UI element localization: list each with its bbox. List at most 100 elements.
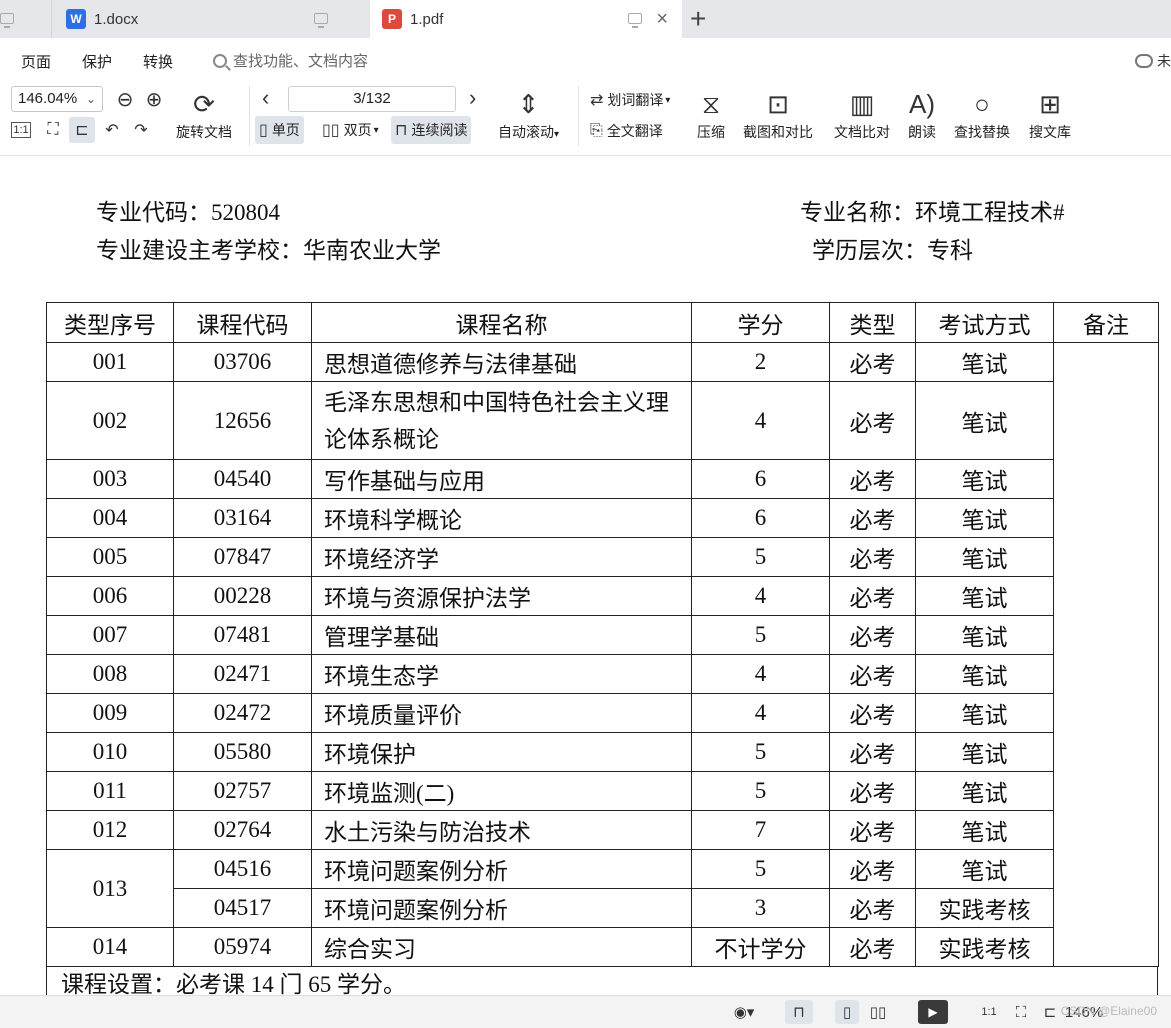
find-replace-label: 查找替换	[954, 124, 1010, 140]
fit-width-icon[interactable]: ⊏	[1038, 1000, 1062, 1024]
word-translate-button[interactable]: ⇄ 划词翻译 ▾	[590, 90, 670, 110]
exam-cell: 笔试	[915, 576, 1054, 616]
add-tab-icon[interactable]: +	[690, 2, 706, 36]
zoom-in-icon[interactable]: ⊕	[141, 86, 167, 112]
table-header-row: 类型序号 课程代码 课程名称 学分 类型 考试方式 备注	[46, 302, 1159, 343]
credit-cell: 6	[691, 498, 830, 538]
single-page-icon: ▯	[259, 122, 268, 139]
play-icon[interactable]: ▶	[918, 1000, 948, 1024]
table-row: 04517 环境问题案例分析 3 必考 实践考核	[47, 888, 1159, 928]
page-number-input[interactable]: 3/132	[288, 86, 456, 112]
doc-compare-button[interactable]: ▥ 文档比对	[834, 86, 890, 142]
zoom-select[interactable]: 146.04% ⌄	[11, 86, 103, 112]
close-tab-icon[interactable]: ×	[656, 9, 668, 29]
tab-docx[interactable]: W 1.docx	[52, 0, 368, 38]
column-header: 备注	[1053, 302, 1159, 343]
actual-size-icon[interactable]: 1:1	[978, 1000, 1000, 1024]
full-translate-button[interactable]: ⎘ 全文翻译	[590, 121, 663, 141]
screenshot-icon: ⊡	[767, 89, 789, 119]
exam-cell: 笔试	[915, 498, 1054, 538]
table-row: 005 07847 环境经济学 5 必考 笔试	[46, 537, 1159, 577]
tab-pdf[interactable]: P 1.pdf ×	[370, 0, 682, 38]
find-icon: ○	[974, 89, 990, 119]
read-aloud-button[interactable]: A) 朗读	[908, 86, 936, 142]
code-cell: 05580	[173, 732, 312, 772]
rotate-right-icon[interactable]: ↷	[128, 117, 154, 143]
rotate-document-button[interactable]: ⟳ 旋转文档	[176, 86, 232, 142]
monitor-icon[interactable]	[628, 13, 642, 28]
auto-scroll-button[interactable]: ⇕ 自动滚动▾	[498, 86, 559, 142]
next-page-icon[interactable]: ›	[469, 86, 476, 110]
pdf-page: 专业代码：520804 专业名称：环境工程技术# 专业建设主考学校：华南农业大学…	[0, 157, 1171, 995]
continuous-read-button[interactable]: ⊓ 连续阅读	[391, 116, 472, 144]
read-aloud-label: 朗读	[908, 124, 936, 140]
table-row: 014 05974 综合实习 不计学分 必考 实践考核	[46, 927, 1159, 967]
name-cell: 环境经济学	[311, 537, 692, 577]
seq-cell: 006	[46, 576, 174, 616]
code-cell: 02757	[173, 771, 312, 811]
menu-convert[interactable]: 转换	[143, 51, 173, 72]
rotate-left-icon[interactable]: ↶	[99, 117, 125, 143]
auto-scroll-icon: ⇕	[517, 89, 540, 119]
seq-cell: 010	[46, 732, 174, 772]
rotate-document-icon: ⟳	[193, 89, 215, 119]
chevron-down-icon: ▾	[665, 94, 671, 106]
name-cell: 环境问题案例分析	[311, 849, 692, 889]
credit-cell: 7	[691, 810, 830, 850]
seq-cell: 005	[46, 537, 174, 577]
table-row: 001 03706 思想道德修养与法律基础 2 必考 笔试	[46, 342, 1159, 967]
code-cell: 02471	[173, 654, 312, 694]
screenshot-compare-button[interactable]: ⊡ 截图和对比	[743, 86, 813, 142]
search-library-label: 搜文库	[1029, 124, 1071, 140]
tab-label: 1.pdf	[410, 10, 444, 28]
doc-compare-label: 文档比对	[834, 124, 890, 140]
credit-cell: 4	[691, 576, 830, 616]
credit-cell: 4	[691, 654, 830, 694]
credit-cell: 5	[691, 849, 830, 889]
tab-bar: W 1.docx P 1.pdf × +	[0, 0, 1171, 38]
eye-protection-icon[interactable]: ◉▾	[728, 1000, 760, 1024]
single-page-label: 单页	[271, 122, 300, 138]
search-library-button[interactable]: ⊞ 搜文库	[1029, 86, 1071, 142]
double-page-button[interactable]: ▯▯ 双页 ▾	[318, 116, 383, 144]
tab-stub[interactable]	[0, 0, 52, 38]
double-page-icon[interactable]: ▯▯	[864, 1000, 892, 1024]
seq-cell: 004	[46, 498, 174, 538]
zoom-out-icon[interactable]: ⊖	[112, 86, 138, 112]
fit-page-icon[interactable]: ⛶	[1009, 1000, 1033, 1024]
watermark-text: CSDN @Elaine00	[1060, 1004, 1157, 1018]
exam-cell: 笔试	[915, 342, 1054, 382]
exam-cell: 笔试	[915, 615, 1054, 655]
chevron-down-icon: ▾	[373, 124, 379, 136]
table-row: 002 12656 毛泽东思想和中国特色社会主义理论体系概论 4 必考 笔试	[46, 381, 1159, 460]
type-cell: 必考	[829, 732, 916, 772]
credit-cell: 3	[691, 888, 830, 928]
type-cell: 必考	[829, 771, 916, 811]
translate-icon: ⇄	[590, 92, 604, 109]
course-table: 类型序号 课程代码 课程名称 学分 类型 考试方式 备注 001 03706 思…	[46, 302, 1159, 967]
menu-protect[interactable]: 保护	[82, 51, 112, 72]
name-cell: 环境保护	[311, 732, 692, 772]
tab-label: 1.docx	[94, 10, 139, 28]
table-row: 008 02471 环境生态学 4 必考 笔试	[46, 654, 1159, 694]
cloud-icon	[1135, 54, 1153, 68]
cloud-sync-status[interactable]: 未	[1135, 51, 1171, 71]
fit-width-icon[interactable]: ⊏	[69, 117, 95, 143]
type-cell: 必考	[829, 654, 916, 694]
prev-page-icon[interactable]: ‹	[262, 86, 269, 110]
single-page-button[interactable]: ▯ 单页	[255, 116, 304, 144]
search-icon	[213, 53, 227, 68]
type-cell: 必考	[829, 888, 916, 928]
table-row: 010 05580 环境保护 5 必考 笔试	[46, 732, 1159, 772]
single-page-icon[interactable]: ▯	[835, 1000, 859, 1024]
continuous-read-icon[interactable]: ⊓	[785, 1000, 813, 1024]
function-search[interactable]: 查找功能、文档内容	[213, 50, 368, 71]
exam-cell: 笔试	[915, 537, 1054, 577]
actual-size-icon[interactable]: 1:1	[11, 122, 31, 138]
auto-scroll-label: 自动滚动▾	[498, 122, 559, 142]
menu-page[interactable]: 页面	[21, 51, 51, 72]
compress-button[interactable]: ⧖ 压缩	[697, 86, 725, 142]
fit-page-icon[interactable]: ⛶	[40, 117, 66, 143]
type-cell: 必考	[829, 615, 916, 655]
find-replace-button[interactable]: ○ 查找替换	[954, 86, 1010, 142]
